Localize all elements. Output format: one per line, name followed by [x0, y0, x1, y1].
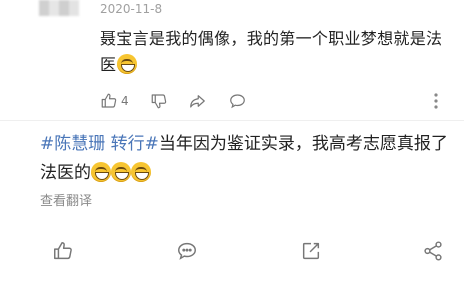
like-icon	[54, 242, 72, 260]
thumbs-down-icon	[151, 94, 167, 109]
bottom-action-bar	[0, 236, 464, 266]
comment-icon	[230, 94, 245, 109]
more-icon	[434, 93, 438, 109]
reply-timestamp: 2020-11-8	[100, 2, 163, 16]
share-button[interactable]	[422, 240, 444, 266]
share-arrow-icon	[190, 95, 205, 108]
laughing-emoji-group	[91, 162, 151, 183]
avatar[interactable]	[39, 0, 79, 16]
hashtag-link[interactable]: #陈慧珊 转行#	[40, 134, 159, 154]
repost-icon	[302, 242, 320, 260]
reply-more-button[interactable]	[433, 92, 439, 110]
laughing-tears-emoji-icon	[131, 162, 151, 182]
reply-like-button[interactable]: 4	[100, 92, 129, 110]
share-icon	[424, 241, 442, 261]
comment-button[interactable]	[176, 240, 198, 266]
grinning-face-emoji-icon	[117, 54, 138, 74]
divider	[0, 120, 464, 121]
reply-text-content: 聂宝言是我的偶像，我的第一个职业梦想就是法医	[100, 29, 443, 74]
reply-share-button[interactable]	[188, 92, 207, 110]
laughing-tears-emoji-icon	[111, 162, 131, 182]
view-translation-link[interactable]: 查看翻译	[40, 190, 92, 209]
reply-comment-button[interactable]	[228, 92, 247, 110]
repost-button[interactable]	[300, 240, 322, 266]
reply-like-count: 4	[121, 94, 129, 108]
laughing-tears-emoji-icon	[91, 162, 111, 182]
like-button[interactable]	[52, 240, 74, 266]
reply-dislike-button[interactable]	[150, 92, 168, 110]
reply-text: 聂宝言是我的偶像，我的第一个职业梦想就是法医	[100, 26, 452, 78]
thumbs-up-icon	[101, 93, 117, 108]
reply-actions: 4	[100, 92, 455, 112]
comment-icon	[178, 242, 196, 260]
post-text: #陈慧珊 转行#当年因为鉴证实录，我高考志愿真报了法医的	[40, 130, 450, 188]
